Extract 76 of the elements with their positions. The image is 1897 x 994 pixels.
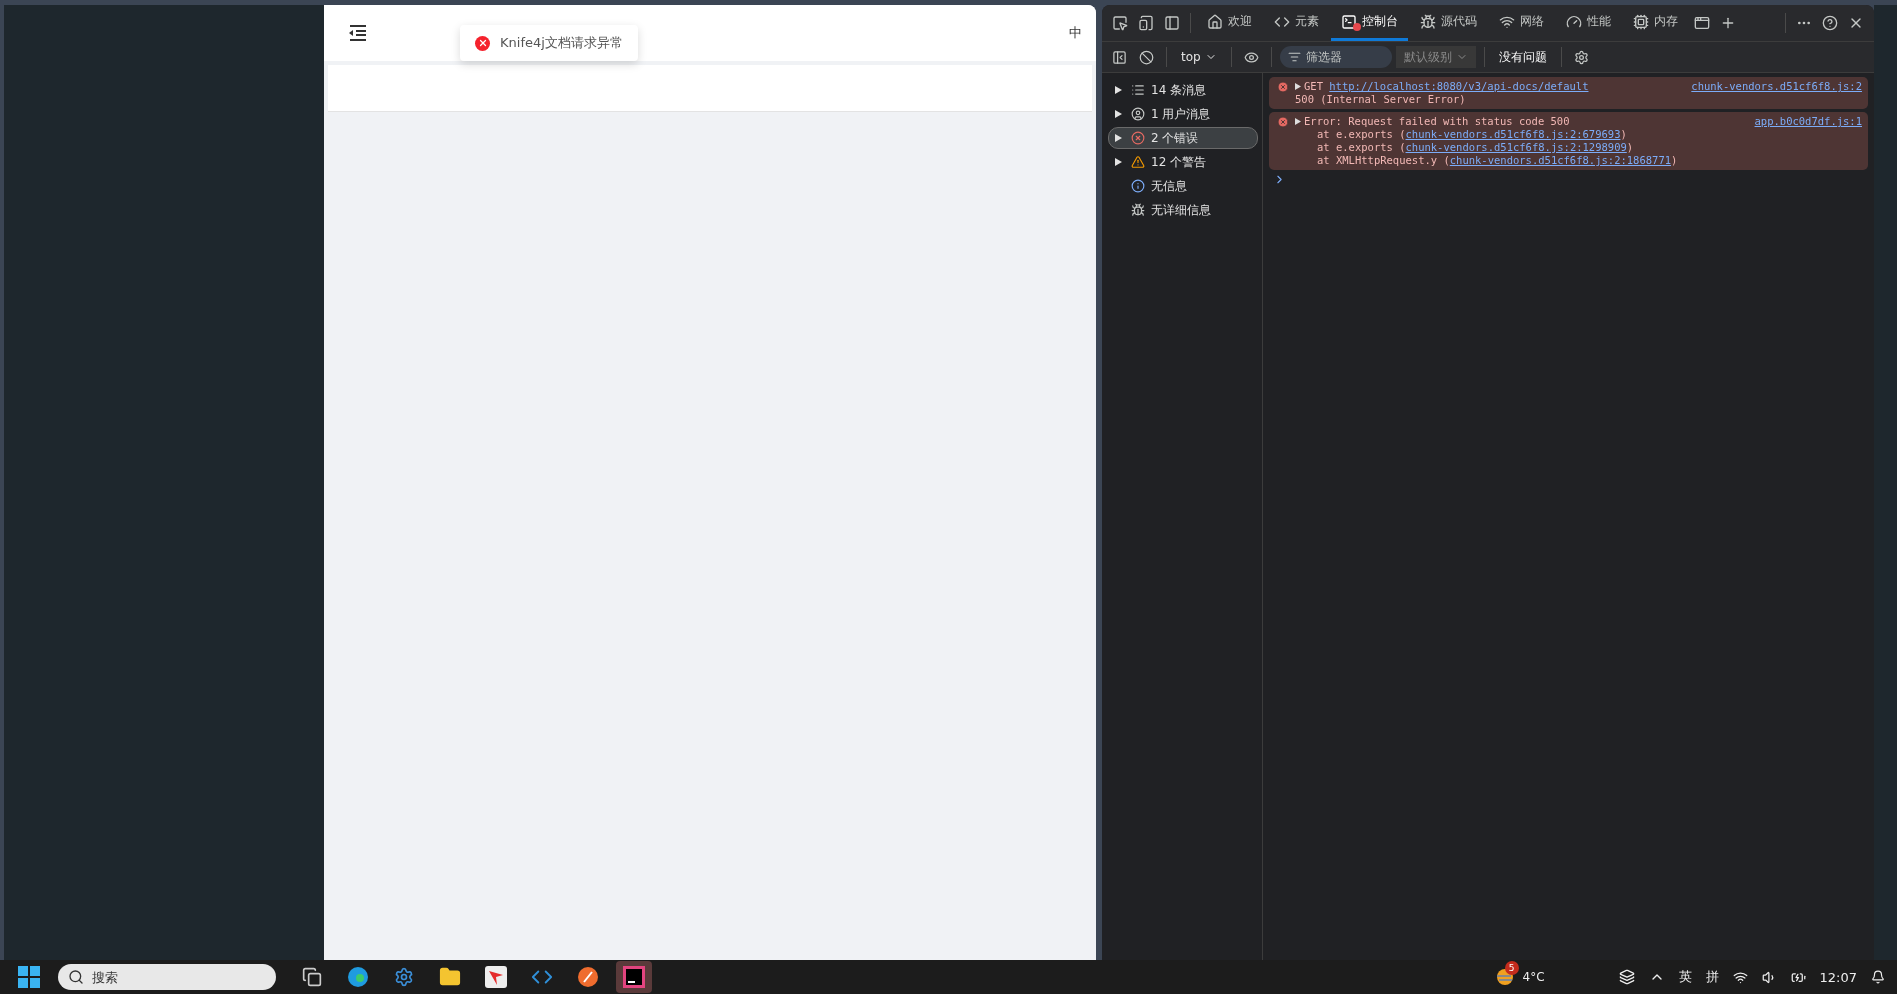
bell-icon[interactable]: [1871, 970, 1885, 984]
terminal-icon: [1341, 13, 1357, 30]
language-label: 中: [1069, 24, 1082, 42]
folder-icon: [439, 966, 461, 988]
error-text: Error: Request failed with status code 500: [1304, 115, 1570, 128]
windows-logo-icon[interactable]: [18, 966, 40, 988]
stack-text: ): [1620, 128, 1627, 141]
app-tray-icon[interactable]: [1618, 969, 1635, 985]
error-icon: [1277, 81, 1289, 93]
wifi-icon[interactable]: [1732, 969, 1748, 985]
filter-field[interactable]: 筛选器: [1279, 46, 1392, 68]
sidebar-item[interactable]: 1 用户消息: [1108, 103, 1258, 125]
ide-icon: [623, 966, 645, 988]
list-icon: [1131, 83, 1145, 97]
caret-icon: [1115, 158, 1122, 166]
stack-text: ): [1626, 141, 1634, 154]
source-link[interactable]: app.b0c0d7df.js:1: [1754, 115, 1862, 128]
caret-icon: [1115, 86, 1122, 94]
sidebar-item[interactable]: 12 个警告: [1108, 151, 1258, 173]
devtools-tab[interactable]: 网络: [1489, 5, 1554, 41]
sidebar-item[interactable]: 2 个错误: [1108, 127, 1258, 149]
chip-icon: [1633, 13, 1649, 30]
sidebar-item[interactable]: 14 条消息: [1108, 79, 1258, 101]
stack-link[interactable]: chunk-vendors.d51cf6f8.js:2:679693: [1405, 128, 1621, 141]
gauge-icon: [1566, 13, 1582, 30]
sidebar-label: 14 条消息: [1151, 81, 1207, 99]
sidebar-label: 12 个警告: [1151, 153, 1207, 171]
sidebar-label: 无详细信息: [1151, 201, 1211, 219]
sidebar-label: 无信息: [1151, 177, 1187, 195]
sidebar-item[interactable]: 无详细信息: [1108, 199, 1258, 221]
ime-mode[interactable]: 拼: [1705, 968, 1719, 986]
search-icon: [68, 969, 84, 985]
issues-label[interactable]: 没有问题: [1492, 48, 1553, 66]
caret-icon: [1295, 83, 1301, 90]
sidebar-item[interactable]: 无信息: [1108, 175, 1258, 197]
browser-icon: [347, 966, 369, 988]
context-select[interactable]: top: [1175, 48, 1223, 66]
temperature: 4°C: [1522, 970, 1545, 984]
devtools-tab[interactable]: 欢迎: [1197, 5, 1262, 41]
devtools-tab[interactable]: 性能: [1556, 5, 1621, 41]
devtools-tab[interactable]: 源代码: [1410, 5, 1487, 41]
status-text: 500 (Internal Server Error): [1295, 93, 1466, 106]
stack-link[interactable]: chunk-vendors.d51cf6f8.js:2:1868771: [1449, 154, 1672, 167]
stack-text: at e.exports (: [1317, 128, 1406, 141]
devtools-tab[interactable]: 内存: [1623, 5, 1688, 41]
filter-icon: [1287, 50, 1301, 64]
devtools-tab[interactable]: 元素: [1264, 5, 1329, 41]
house-icon: [1207, 13, 1223, 30]
sidebar-label: 2 个错误: [1151, 129, 1199, 147]
input-language[interactable]: 英: [1678, 968, 1692, 986]
caret-icon: [1295, 118, 1301, 125]
bug-icon: [1420, 13, 1436, 30]
info-icon: [1131, 179, 1145, 193]
error-icon: [475, 35, 490, 51]
stack-text: at e.exports (: [1317, 141, 1406, 154]
notification-badge: 5: [1504, 961, 1519, 975]
stack-text: ): [1671, 154, 1678, 167]
user-icon: [1131, 107, 1145, 121]
request-method: GET: [1304, 80, 1324, 93]
source-link[interactable]: chunk-vendors.d51cf6f8.js:2: [1691, 80, 1862, 93]
warning-icon: [1131, 155, 1145, 169]
error-icon: [1131, 131, 1145, 145]
pen-icon: [577, 966, 599, 988]
caret-icon: [1115, 110, 1122, 118]
stack-link[interactable]: chunk-vendors.d51cf6f8.js:2:1298909: [1405, 141, 1627, 154]
stack-text: at XMLHttpRequest.y (: [1317, 154, 1450, 167]
caret-icon: [1115, 134, 1122, 142]
url-link[interactable]: http://localhost:8080/v3/api-docs/default: [1329, 80, 1589, 93]
error-icon: [1277, 116, 1289, 128]
menu-fold-icon[interactable]: [348, 25, 368, 41]
toast-message: Knife4j文档请求异常: [500, 34, 623, 52]
search-field[interactable]: 搜索: [58, 964, 276, 990]
clock[interactable]: 12:07: [1819, 969, 1857, 985]
gear-icon: [394, 967, 414, 987]
sidebar-label: 1 用户消息: [1151, 105, 1211, 123]
bug-icon: [1131, 203, 1145, 217]
